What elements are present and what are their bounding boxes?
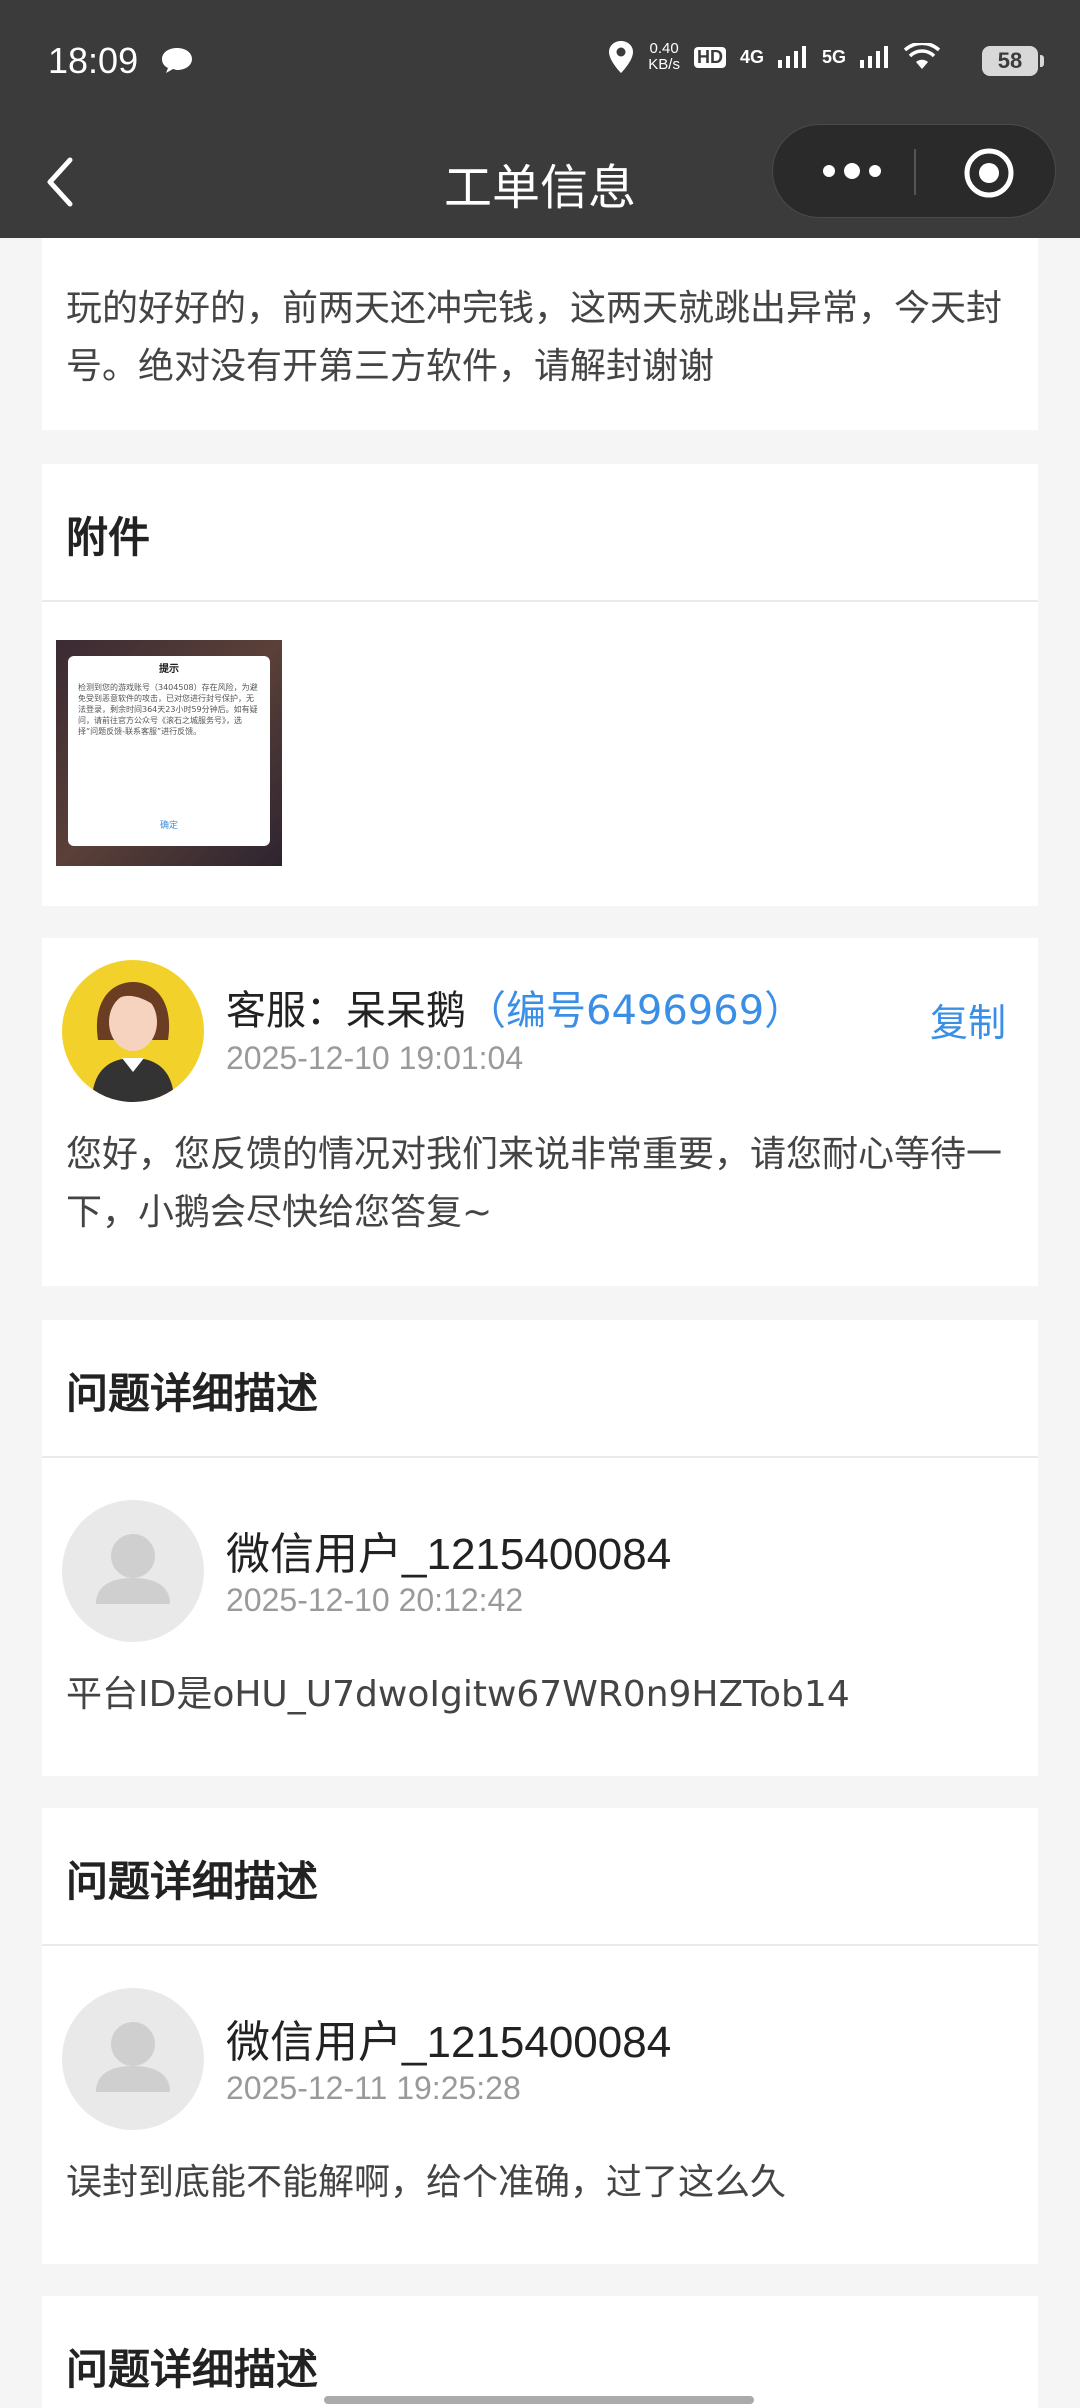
- miniprogram-capsule: [772, 124, 1056, 218]
- thumbnail-dialog: 提示 检测到您的游戏账号（3404508）存在风险，为避免受到恶意软件的攻击，已…: [68, 656, 270, 846]
- agent-name: 呆呆鹅: [346, 988, 466, 1034]
- detail-date: 2025-12-11 19:25:28: [226, 2070, 521, 2106]
- user-name: 微信用户_1215400084: [226, 2018, 672, 2067]
- copy-button[interactable]: 复制: [930, 992, 1006, 1047]
- location-icon: [609, 41, 634, 73]
- home-indicator[interactable]: [324, 2396, 754, 2404]
- capsule-divider: [914, 149, 916, 195]
- system-icons: 0.40 KB/s HD 4G 5G: [608, 40, 940, 74]
- divider: [42, 1456, 1038, 1458]
- cell-signal-icon: [777, 46, 806, 68]
- network-speed-unit: KB/s: [648, 56, 680, 73]
- detail-message: 平台ID是oHU_U7dwoIgitw67WR0n9HZTob14: [66, 1674, 850, 1715]
- hd-label: HD: [696, 46, 723, 67]
- network-speed: 0.40 KB/s: [648, 41, 680, 73]
- status-time: 18:09: [48, 40, 139, 81]
- user-name: 微信用户_1215400084: [226, 1530, 672, 1579]
- nav-bar: 工单信息: [0, 124, 1080, 238]
- signal-4g-label: 4G: [739, 46, 764, 67]
- cell-signal-icon: [860, 46, 888, 68]
- attachment-card: 附件 提示 检测到您的游戏账号（3404508）存在风险，为避免受到恶意软件的攻…: [42, 464, 1038, 906]
- detail-card: 问题详细描述: [42, 2296, 1038, 2408]
- complaint-card: 玩的好好的，前两天还冲完钱，这两天就跳出异常，今天封号。绝对没有开第三方软件，请…: [42, 238, 1038, 430]
- agent-avatar-image: [92, 982, 174, 1102]
- more-icon[interactable]: [821, 161, 883, 181]
- detail-date: 2025-12-10 20:12:42: [226, 1582, 524, 1618]
- network-speed-value: 0.40: [649, 40, 679, 57]
- user-avatar: [62, 1988, 204, 2130]
- attachment-title: 附件: [66, 513, 151, 562]
- detail-title: 问题详细描述: [66, 1369, 319, 1418]
- agent-reply-date: 2025-12-10 19:01:04: [226, 1040, 524, 1076]
- battery-icon: 58: [982, 46, 1044, 76]
- thumbnail-dialog-heading: 提示: [159, 664, 179, 675]
- chat-notification-icon: [162, 48, 192, 73]
- agent-reply-message: 您好，您反馈的情况对我们来说非常重要，请您耐心等待一下，小鹅会尽快给您答复~: [66, 1134, 1003, 1233]
- attachment-thumbnail[interactable]: 提示 检测到您的游戏账号（3404508）存在风险，为避免受到恶意软件的攻击，已…: [56, 640, 282, 866]
- thumbnail-dialog-confirm: 确定: [159, 821, 178, 831]
- agent-name-line: 客服：呆呆鹅（编号6496969）: [226, 978, 804, 1036]
- user-placeholder-icon: [96, 2022, 170, 2092]
- detail-title: 问题详细描述: [66, 2345, 319, 2394]
- detail-message: 误封到底能不能解啊，给个准确，过了这么久: [66, 2162, 787, 2203]
- detail-title: 问题详细描述: [66, 1857, 319, 1906]
- wifi-icon: [904, 43, 940, 69]
- divider: [42, 600, 1038, 602]
- user-avatar: [62, 1500, 204, 1642]
- detail-card: 问题详细描述 微信用户_1215400084 2025-12-11 19:25:…: [42, 1808, 1038, 2264]
- detail-card: 问题详细描述 微信用户_1215400084 2025-12-10 20:12:…: [42, 1320, 1038, 1776]
- hd-icon: HD: [693, 46, 726, 68]
- user-placeholder-icon: [96, 1534, 170, 1604]
- complaint-text: 玩的好好的，前两天还冲完钱，这两天就跳出异常，今天封号。绝对没有开第三方软件，请…: [66, 288, 1003, 387]
- thumbnail-dialog-body: 检测到您的游戏账号（3404508）存在风险，为避免受到恶意软件的攻击，已对您进…: [78, 683, 258, 736]
- divider: [42, 1944, 1038, 1946]
- status-bar: 18:09 0.40 KB/s HD 4G 5G 58: [0, 0, 1080, 124]
- close-miniprogram-icon[interactable]: [963, 147, 1015, 199]
- agent-id: （编号6496969）: [466, 988, 805, 1034]
- agent-avatar: [62, 960, 204, 1102]
- agent-prefix: 客服：: [226, 988, 346, 1034]
- signal-5g-label: 5G: [821, 46, 846, 67]
- agent-reply-card: 客服：呆呆鹅（编号6496969） 复制 2025-12-10 19:01:04…: [42, 938, 1038, 1286]
